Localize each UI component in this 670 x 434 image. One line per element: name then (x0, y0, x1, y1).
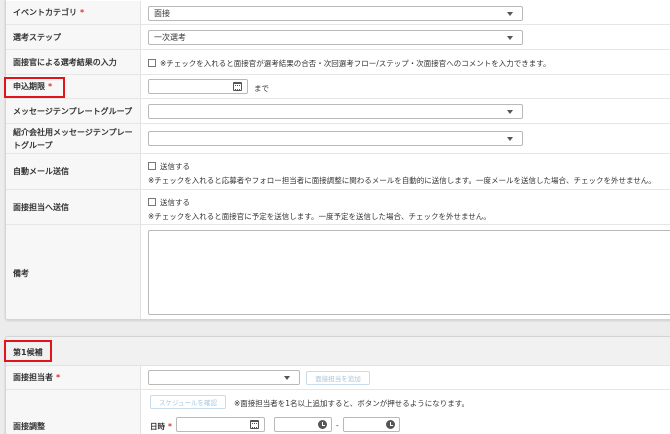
selection-step-select[interactable]: 一次選考 (148, 30, 523, 45)
row-message-template-group: メッセージテンプレートグループ (6, 99, 670, 124)
row-interviewer-input: 面接官による選考結果の入力 ※チェックを入れると面接官が選考結果の合否・次回選考… (6, 50, 670, 75)
label-selection-step: 選考ステップ (6, 25, 141, 49)
row-interviewer: 面接担当者 * 面接担当を追加 (6, 366, 670, 390)
row-send-to-interviewer: 面接担当へ送信 送信する ※チェックを入れると面接官に予定を送信します。一度予定… (6, 190, 670, 225)
row-remarks: 備考 (6, 225, 670, 319)
label-interviewer: 面接担当者 * (6, 366, 141, 389)
highlight-candidate-1-title (4, 340, 52, 362)
event-settings-panel: イベントカテゴリ * 面接 選考ステップ 一次選考 面接官による選考結果の入力 ※… (5, 0, 670, 320)
candidate-1-header: 第1候補 (6, 337, 670, 366)
label-interviewer-input: 面接官による選考結果の入力 (6, 50, 141, 74)
row-referral-template-group: 紹介会社用メッセージテンプレートグループ (6, 124, 670, 154)
chevron-down-icon (507, 36, 513, 40)
clock-icon[interactable] (386, 420, 395, 429)
remarks-textarea[interactable] (148, 230, 670, 315)
event-category-select[interactable]: 面接 (148, 6, 523, 21)
label-referral-template-group: 紹介会社用メッセージテンプレートグループ (6, 124, 141, 153)
add-interviewer-button[interactable]: 面接担当を追加 (306, 371, 370, 385)
message-template-group-select[interactable] (148, 104, 523, 119)
highlight-deadline-label (4, 77, 65, 98)
row-auto-mail: 自動メール送信 送信する ※チェックを入れると応募者やフォロー担当者に面接調整に… (6, 154, 670, 190)
send-to-interviewer-checkbox[interactable] (148, 198, 156, 206)
chevron-down-icon (507, 137, 513, 141)
auto-mail-checkbox[interactable] (148, 162, 156, 170)
label-message-template-group: メッセージテンプレートグループ (6, 99, 141, 123)
label-auto-mail: 自動メール送信 (6, 154, 141, 189)
row-event-category: イベントカテゴリ * 面接 (6, 1, 670, 25)
interviewer-input-checkbox[interactable] (148, 59, 156, 67)
deadline-date-input[interactable] (148, 79, 248, 94)
label-send-to-interviewer: 面接担当へ送信 (6, 190, 141, 224)
row-interview-adjustment: 面接調整 スケジュールを確認 ※面接担当者を1名以上追加すると、ボタンが押せるよ… (6, 390, 670, 434)
referral-template-group-select[interactable] (148, 131, 523, 146)
label-remarks: 備考 (6, 225, 141, 319)
chevron-down-icon (507, 110, 513, 114)
clock-icon[interactable] (318, 420, 327, 429)
check-schedule-button[interactable]: スケジュールを確認 (150, 395, 226, 409)
calendar-icon[interactable] (233, 82, 242, 91)
candidate-1-panel: 第1候補 面接担当者 * 面接担当を追加 面接調整 スケジュールを確認 ※面接担当… (5, 336, 670, 434)
end-time-input[interactable] (343, 417, 400, 432)
label-interview-adjustment: 面接調整 (6, 390, 141, 434)
row-deadline: 申込期限 * まで (6, 75, 670, 99)
start-time-input[interactable] (274, 417, 332, 432)
row-selection-step: 選考ステップ 一次選考 (6, 25, 670, 50)
label-event-category: イベントカテゴリ * (6, 1, 141, 24)
chevron-down-icon (284, 376, 290, 380)
interview-date-input[interactable] (176, 417, 265, 432)
interviewer-select[interactable] (148, 370, 300, 385)
calendar-icon[interactable] (250, 420, 259, 429)
chevron-down-icon (507, 12, 513, 16)
